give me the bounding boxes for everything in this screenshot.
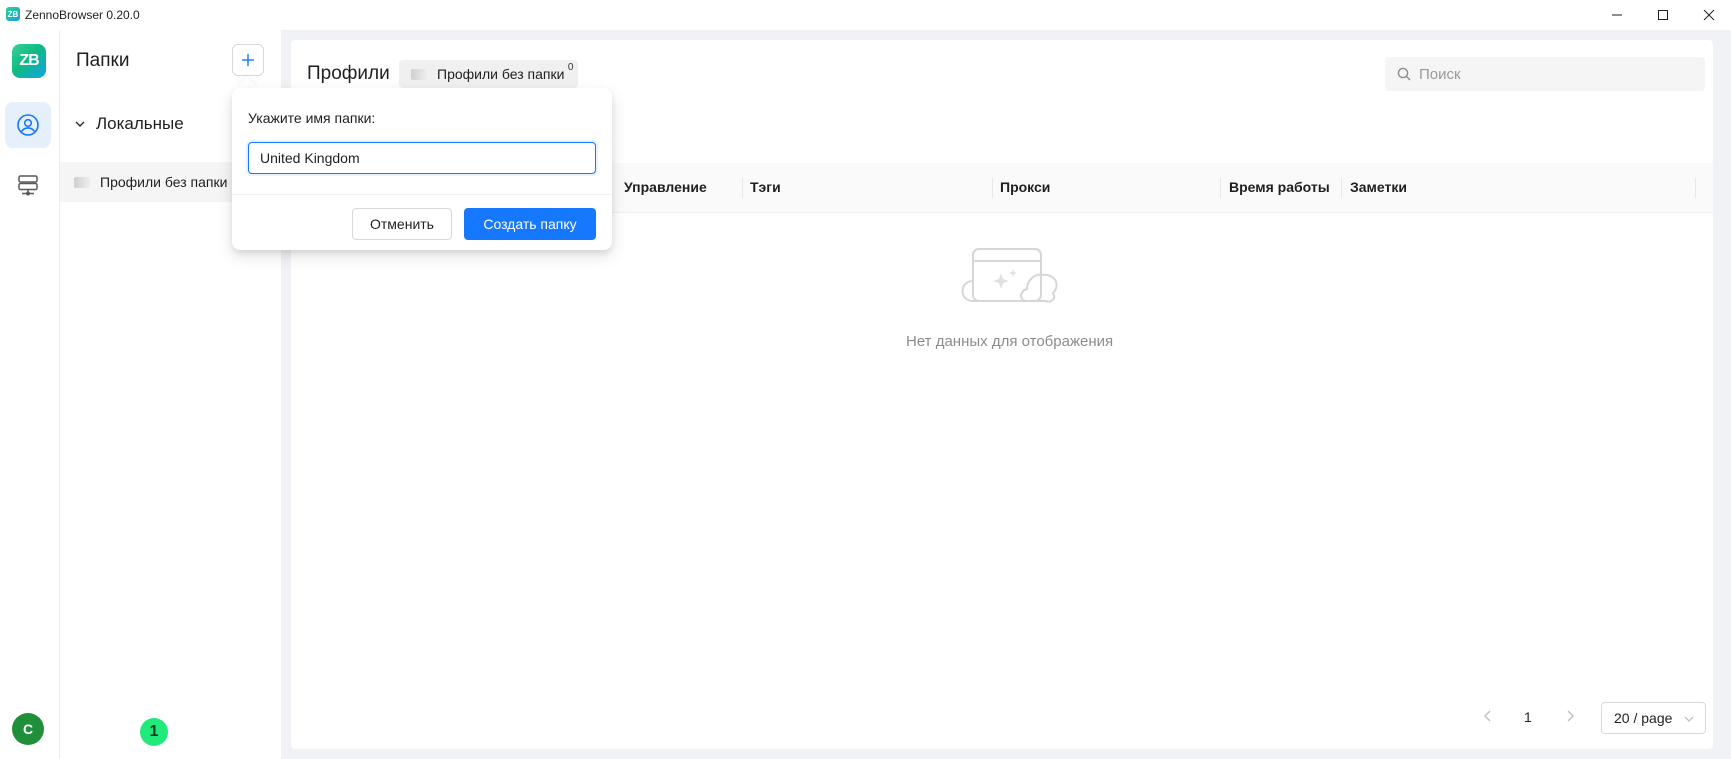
close-button[interactable]: [1686, 0, 1731, 30]
chevron-left-icon: [1484, 710, 1491, 722]
search-icon: [1397, 67, 1411, 81]
window-title: ZennoBrowser 0.20.0: [25, 8, 140, 22]
page-size-select[interactable]: 20 / page: [1601, 702, 1706, 734]
folder-color-swatch: [411, 68, 427, 80]
empty-state-text: Нет данных для отображения: [906, 333, 1114, 350]
current-folder-tag[interactable]: Профили без папки 0: [399, 60, 579, 88]
chevron-down-icon: [1684, 716, 1694, 722]
app-logo-icon: ZB: [6, 7, 20, 21]
minimize-button[interactable]: [1594, 0, 1640, 30]
current-folder-label: Профили без папки: [437, 66, 565, 82]
column-separator: [1220, 178, 1221, 198]
folder-name-input[interactable]: [248, 142, 596, 174]
column-header-management[interactable]: Управление: [624, 179, 707, 195]
close-icon: [1703, 9, 1715, 21]
rail-item-servers[interactable]: [5, 162, 51, 208]
server-icon: [18, 175, 38, 196]
column-header-notes[interactable]: Заметки: [1350, 179, 1407, 195]
nav-rail: ZB C: [0, 30, 60, 759]
chevron-right-icon: [1567, 710, 1574, 722]
user-avatar[interactable]: C: [12, 713, 44, 745]
column-header-uptime[interactable]: Время работы: [1229, 179, 1330, 195]
user-circle-icon: [17, 114, 39, 136]
local-folders-group[interactable]: Локальные: [74, 114, 184, 134]
search-input[interactable]: [1419, 65, 1689, 83]
maximize-button[interactable]: [1640, 0, 1686, 30]
rail-item-profiles[interactable]: [5, 102, 51, 148]
brand-logo: ZB: [12, 44, 46, 78]
column-header-proxy[interactable]: Прокси: [1000, 179, 1050, 195]
pagination-next-button[interactable]: [1564, 709, 1576, 728]
page-size-value: 20 / page: [1614, 710, 1673, 726]
create-folder-popover: Укажите имя папки: Отменить Создать папк…: [232, 88, 612, 250]
plus-icon: [242, 54, 254, 66]
popover-divider: [232, 194, 612, 195]
column-separator: [992, 178, 993, 198]
column-separator: [1695, 178, 1696, 198]
current-folder-count: 0: [567, 62, 574, 73]
page-title: Профили: [307, 63, 390, 84]
local-group-label: Локальные: [96, 114, 184, 133]
pagination-prev-button[interactable]: [1482, 709, 1494, 728]
maximize-icon: [1658, 10, 1668, 20]
folders-title: Папки: [76, 50, 130, 71]
minimize-icon: [1612, 14, 1622, 16]
empty-state-icon: [961, 248, 1058, 303]
cancel-button[interactable]: Отменить: [352, 208, 452, 240]
column-separator: [742, 178, 743, 198]
step-badge: 1: [140, 718, 168, 746]
column-header-tags[interactable]: Тэги: [750, 179, 781, 195]
folder-color-swatch: [74, 176, 90, 188]
title-bar: ZB ZennoBrowser 0.20.0: [0, 0, 1731, 30]
pagination-current-page[interactable]: 1: [1524, 709, 1532, 725]
folder-item-label: Профили без папки: [100, 174, 228, 190]
search-box[interactable]: [1385, 57, 1705, 91]
folder-name-label: Укажите имя папки:: [248, 110, 376, 126]
chevron-down-icon: [75, 121, 85, 127]
add-folder-button[interactable]: [232, 44, 264, 76]
create-folder-button[interactable]: Создать папку: [464, 208, 596, 240]
column-separator: [1341, 178, 1342, 198]
